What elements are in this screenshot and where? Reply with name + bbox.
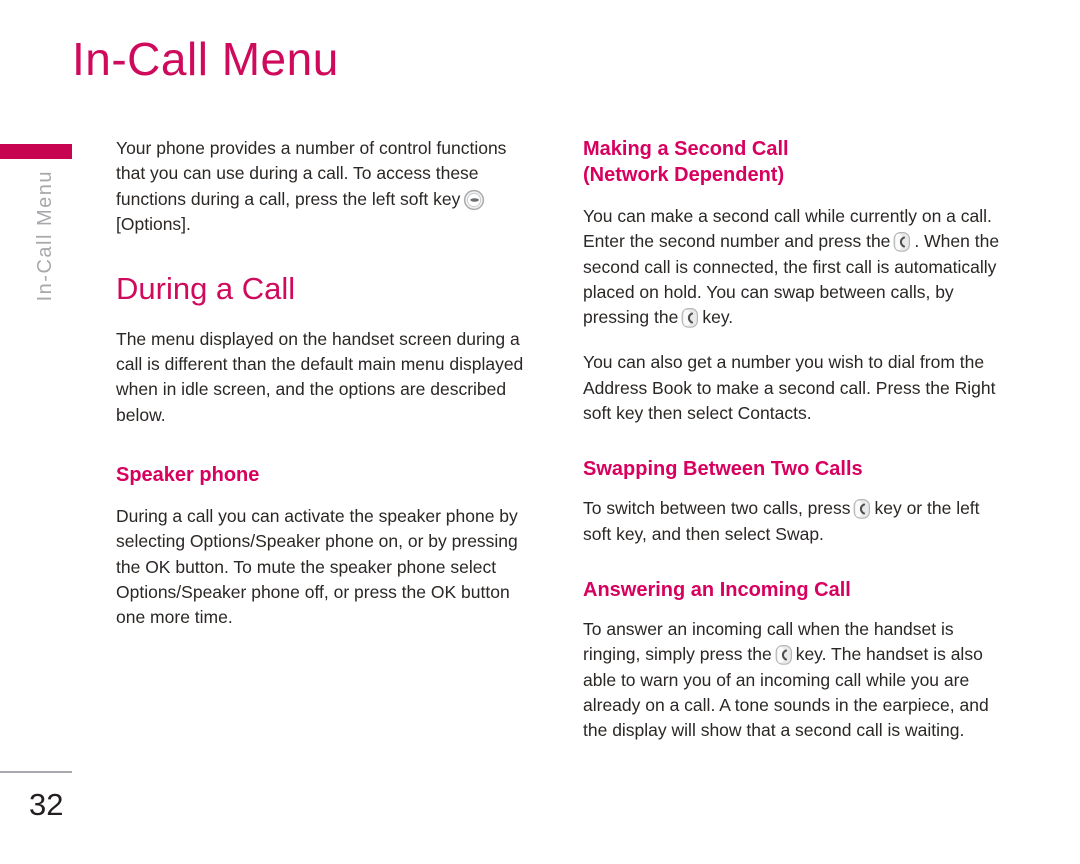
section-heading-during-a-call: During a Call — [116, 271, 296, 307]
making-a-second-call-line2: (Network Dependent) — [583, 164, 785, 186]
right-column: Making a Second Call (Network Dependent)… — [583, 136, 1003, 743]
speaker-phone-paragraph: During a call you can activate the speak… — [116, 506, 518, 628]
subsection-heading-speaker-phone: Speaker phone — [116, 464, 260, 487]
page-number: 32 — [29, 787, 64, 822]
address-book-paragraph: You can also get a number you wish to di… — [583, 352, 996, 424]
subsection-heading-swapping-between-two-calls: Swapping Between Two Calls — [583, 458, 863, 481]
chapter-side-label: In-Call Menu — [0, 170, 90, 320]
making-a-second-call-paragraph: You can make a second call while current… — [583, 204, 1003, 330]
left-column: Your phone provides a number of control … — [116, 136, 536, 631]
making-a-second-call-line1: Making a Second Call — [583, 138, 789, 160]
subsection-heading-answering-an-incoming-call: Answering an Incoming Call — [583, 578, 851, 601]
chapter-tab-marker — [0, 144, 72, 159]
left-soft-key-icon — [463, 189, 485, 211]
intro-paragraph: Your phone provides a number of control … — [116, 136, 536, 237]
call-send-key-icon — [893, 231, 911, 253]
during-a-call-paragraph: The menu displayed on the handset screen… — [116, 328, 524, 425]
answering-paragraph: To answer an incoming call when the hand… — [583, 617, 1003, 743]
chapter-side-label-text: In-Call Menu — [33, 170, 56, 302]
subsection-heading-making-a-second-call: Making a Second Call (Network Dependent) — [583, 136, 1003, 188]
footer-divider — [0, 771, 72, 773]
call-send-key-icon — [681, 307, 699, 329]
call-send-key-icon — [853, 498, 871, 520]
swapping-text-a: To switch between two calls, press — [583, 498, 851, 519]
intro-paragraph-text-a: Your phone provides a number of control … — [116, 138, 507, 209]
page-title: In-Call Menu — [72, 33, 339, 85]
intro-paragraph-text-b: [Options]. — [116, 213, 191, 234]
call-send-key-icon — [775, 644, 793, 666]
swapping-paragraph: To switch between two calls, press key o… — [583, 496, 1003, 547]
making-a-second-call-text-c: key. — [702, 307, 734, 328]
